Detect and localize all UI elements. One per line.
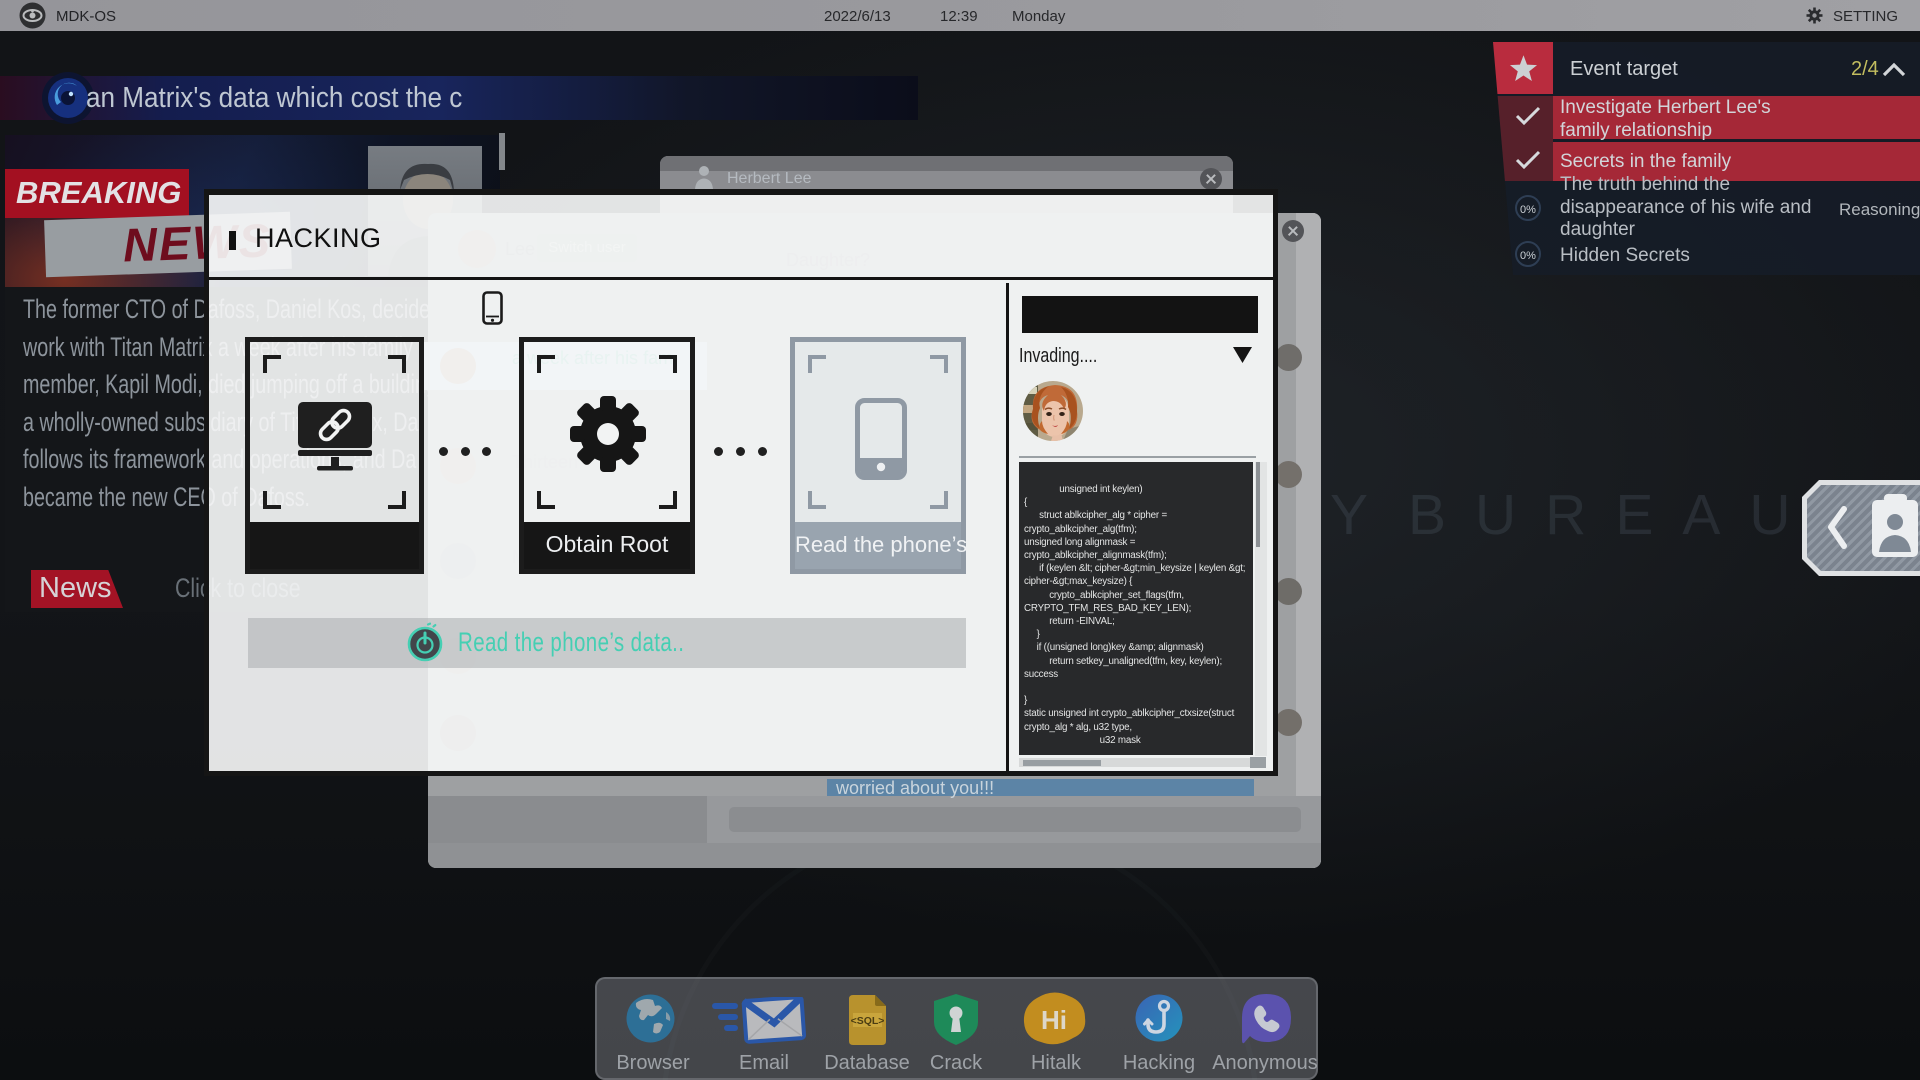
svg-text:Hi: Hi — [1041, 1005, 1067, 1035]
svg-text:<SQL>: <SQL> — [851, 1015, 885, 1027]
